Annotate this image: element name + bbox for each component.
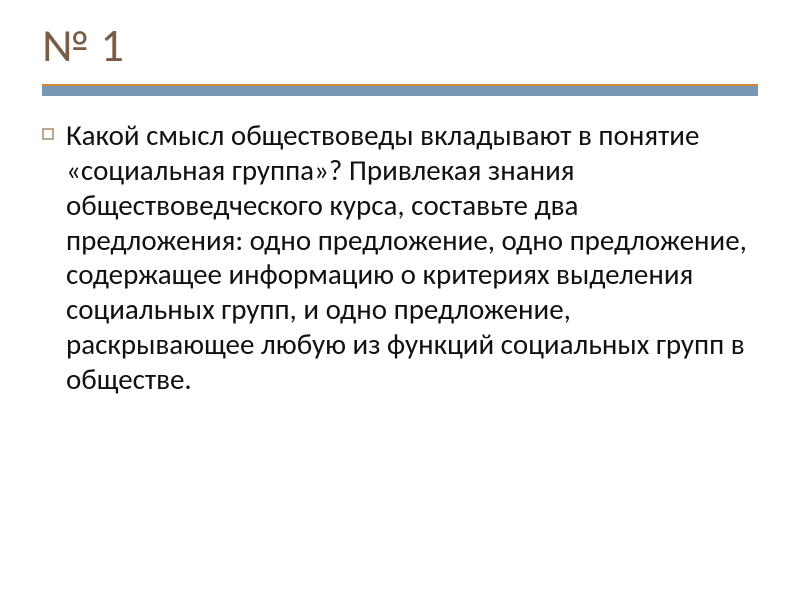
body-text: Какой смысл обществоведы вкладывают в по…: [66, 118, 758, 396]
slide: № 1 Какой смысл обществоведы вкладывают …: [0, 0, 800, 600]
square-bullet-icon: [42, 128, 54, 140]
divider-bar: [42, 84, 758, 96]
slide-title: № 1: [42, 22, 758, 70]
body-area: Какой смысл обществоведы вкладывают в по…: [42, 118, 758, 396]
